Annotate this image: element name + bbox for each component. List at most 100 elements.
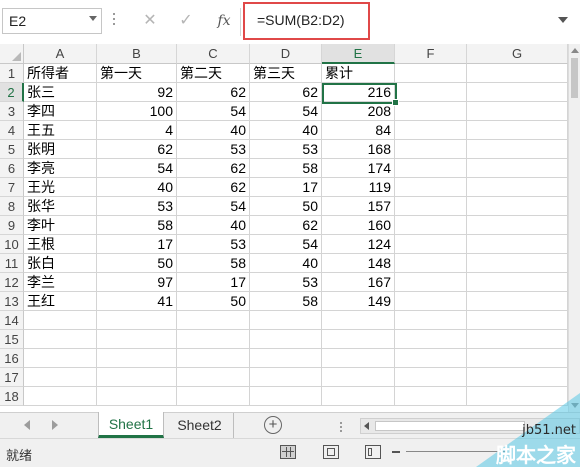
cell-b5[interactable]: 62 xyxy=(97,140,177,159)
cell-c6[interactable]: 62 xyxy=(177,159,250,178)
page-break-view-icon[interactable] xyxy=(365,445,381,459)
vertical-scrollbar[interactable] xyxy=(568,44,580,412)
column-header-a[interactable]: A xyxy=(24,44,97,64)
row-header-18[interactable]: 18 xyxy=(0,387,24,406)
cell-c8[interactable]: 54 xyxy=(177,197,250,216)
cell-b16[interactable] xyxy=(97,349,177,368)
chevron-down-icon[interactable] xyxy=(89,16,97,21)
row-header-1[interactable]: 1 xyxy=(0,64,24,83)
cell-d9[interactable]: 62 xyxy=(250,216,322,235)
cell-b1[interactable]: 第一天 xyxy=(97,64,177,83)
row-header-4[interactable]: 4 xyxy=(0,121,24,140)
cell-a12[interactable]: 李兰 xyxy=(24,273,97,292)
cell-e10[interactable]: 124 xyxy=(322,235,395,254)
cell-c18[interactable] xyxy=(177,387,250,406)
cell-c5[interactable]: 53 xyxy=(177,140,250,159)
column-header-b[interactable]: B xyxy=(97,44,177,64)
cell-d13[interactable]: 58 xyxy=(250,292,322,311)
check-icon[interactable]: ✓ xyxy=(176,10,196,32)
normal-view-icon[interactable] xyxy=(280,445,296,459)
insert-function-icon[interactable]: fx xyxy=(213,10,235,32)
cell-b17[interactable] xyxy=(97,368,177,387)
cell-g4[interactable] xyxy=(467,121,568,140)
cell-a13[interactable]: 王红 xyxy=(24,292,97,311)
cell-a18[interactable] xyxy=(24,387,97,406)
cell-b12[interactable]: 97 xyxy=(97,273,177,292)
cell-d1[interactable]: 第三天 xyxy=(250,64,322,83)
tab-scroll-right-icon[interactable] xyxy=(52,420,58,430)
cell-f6[interactable] xyxy=(395,159,467,178)
cell-b15[interactable] xyxy=(97,330,177,349)
cell-f2[interactable] xyxy=(395,83,467,102)
cell-g6[interactable] xyxy=(467,159,568,178)
zoom-slider[interactable] xyxy=(406,451,506,452)
cell-d11[interactable]: 40 xyxy=(250,254,322,273)
cell-g9[interactable] xyxy=(467,216,568,235)
zoom-out-icon[interactable] xyxy=(392,451,400,453)
cell-b3[interactable]: 100 xyxy=(97,102,177,121)
cell-d5[interactable]: 53 xyxy=(250,140,322,159)
select-all-button[interactable] xyxy=(0,44,24,64)
cell-d14[interactable] xyxy=(250,311,322,330)
cell-b11[interactable]: 50 xyxy=(97,254,177,273)
cell-a6[interactable]: 李亮 xyxy=(24,159,97,178)
grip-icon[interactable] xyxy=(340,422,343,432)
cell-f17[interactable] xyxy=(395,368,467,387)
cell-g10[interactable] xyxy=(467,235,568,254)
plus-circle-icon[interactable]: + xyxy=(264,416,282,434)
scroll-up-icon[interactable] xyxy=(571,48,579,53)
cell-a5[interactable]: 张明 xyxy=(24,140,97,159)
cell-d3[interactable]: 54 xyxy=(250,102,322,121)
cell-g12[interactable] xyxy=(467,273,568,292)
cell-b9[interactable]: 58 xyxy=(97,216,177,235)
name-box[interactable]: E2 xyxy=(2,8,102,34)
row-header-7[interactable]: 7 xyxy=(0,178,24,197)
tab-sheet1[interactable]: Sheet1 xyxy=(98,412,164,438)
cell-e15[interactable] xyxy=(322,330,395,349)
tab-sheet2[interactable]: Sheet2 xyxy=(166,413,234,438)
cell-d6[interactable]: 58 xyxy=(250,159,322,178)
cell-d16[interactable] xyxy=(250,349,322,368)
cell-e16[interactable] xyxy=(322,349,395,368)
cell-c10[interactable]: 53 xyxy=(177,235,250,254)
cell-f7[interactable] xyxy=(395,178,467,197)
cell-e3[interactable]: 208 xyxy=(322,102,395,121)
cell-c1[interactable]: 第二天 xyxy=(177,64,250,83)
cell-c16[interactable] xyxy=(177,349,250,368)
cell-c9[interactable]: 40 xyxy=(177,216,250,235)
row-header-11[interactable]: 11 xyxy=(0,254,24,273)
page-layout-view-icon[interactable] xyxy=(323,445,339,459)
cell-c7[interactable]: 62 xyxy=(177,178,250,197)
cell-b2[interactable]: 92 xyxy=(97,83,177,102)
cell-b8[interactable]: 53 xyxy=(97,197,177,216)
cell-d7[interactable]: 17 xyxy=(250,178,322,197)
cell-a1[interactable]: 所得者 xyxy=(24,64,97,83)
scroll-left-icon[interactable] xyxy=(364,422,369,430)
grip-icon[interactable] xyxy=(113,13,116,29)
cell-c15[interactable] xyxy=(177,330,250,349)
cell-d15[interactable] xyxy=(250,330,322,349)
cell-e8[interactable]: 157 xyxy=(322,197,395,216)
cell-g8[interactable] xyxy=(467,197,568,216)
cell-e1[interactable]: 累计 xyxy=(322,64,395,83)
formula-text[interactable]: =SUM(B2:D2) xyxy=(257,12,345,28)
cell-a4[interactable]: 王五 xyxy=(24,121,97,140)
cell-f11[interactable] xyxy=(395,254,467,273)
cell-e18[interactable] xyxy=(322,387,395,406)
cell-e4[interactable]: 84 xyxy=(322,121,395,140)
cell-a3[interactable]: 李四 xyxy=(24,102,97,121)
cell-a7[interactable]: 王光 xyxy=(24,178,97,197)
cell-c14[interactable] xyxy=(177,311,250,330)
cell-g11[interactable] xyxy=(467,254,568,273)
cell-e17[interactable] xyxy=(322,368,395,387)
cell-d2[interactable]: 62 xyxy=(250,83,322,102)
cell-f1[interactable] xyxy=(395,64,467,83)
cell-c17[interactable] xyxy=(177,368,250,387)
cell-g5[interactable] xyxy=(467,140,568,159)
row-header-17[interactable]: 17 xyxy=(0,368,24,387)
cell-c13[interactable]: 50 xyxy=(177,292,250,311)
cell-g16[interactable] xyxy=(467,349,568,368)
cell-g7[interactable] xyxy=(467,178,568,197)
cell-d18[interactable] xyxy=(250,387,322,406)
row-header-12[interactable]: 12 xyxy=(0,273,24,292)
